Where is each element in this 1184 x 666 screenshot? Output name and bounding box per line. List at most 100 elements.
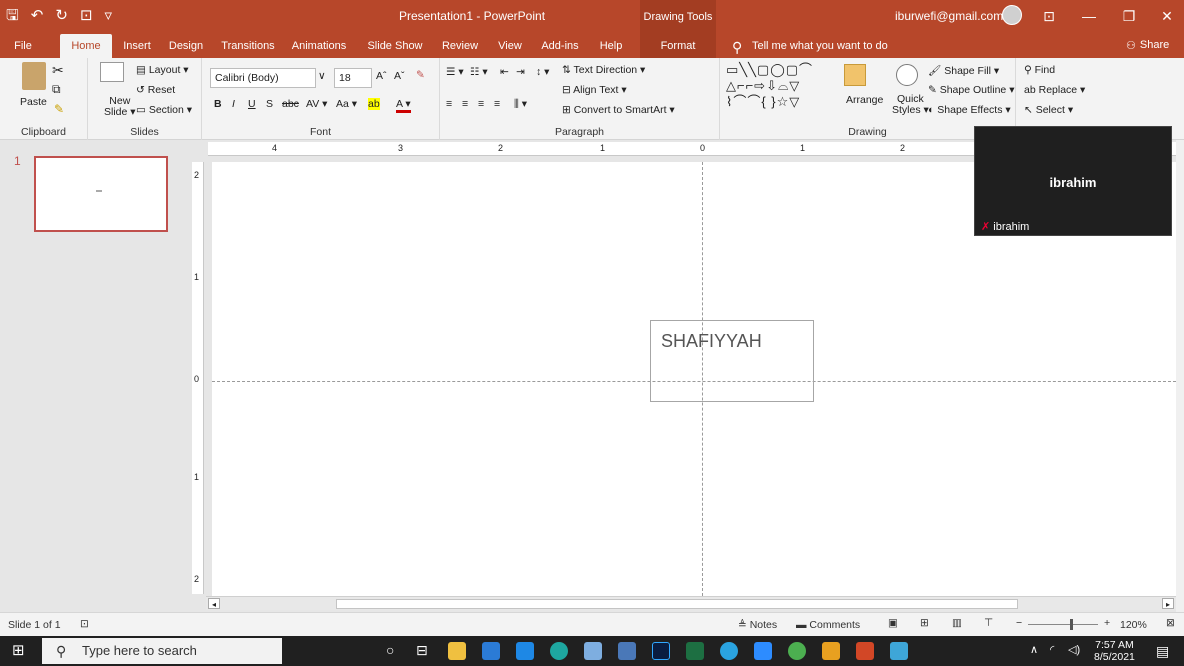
arrange-icon[interactable] [844,64,866,86]
quick-styles-icon[interactable] [896,64,918,86]
align-left-icon[interactable]: ≡ [446,98,452,110]
new-slide-button[interactable]: New Slide ▾ [104,96,136,118]
textbox-text[interactable]: SHAFIYYAH [661,331,762,352]
tab-slide-show[interactable]: Slide Show [364,34,426,58]
change-case-icon[interactable]: Aa ▾ [336,98,357,110]
scroll-right-icon[interactable]: ▸ [1162,598,1174,609]
bullets-icon[interactable]: ☰ ▾ [446,66,464,78]
tell-me-box[interactable]: Tell me what you want to do [752,40,888,52]
paste-label[interactable]: Paste [20,96,47,108]
avatar[interactable] [1002,5,1022,25]
notepad-icon[interactable] [584,642,602,660]
copy-icon[interactable]: ⧉ [52,82,61,97]
grow-font-icon[interactable]: Aˆ [376,70,387,82]
tab-format[interactable]: Format [640,34,716,58]
quick-styles-button[interactable]: Quick Styles ▾ [892,94,929,116]
slideshow-view-icon[interactable]: ⊤ [984,617,993,629]
slide-thumbnail[interactable] [34,156,168,232]
taskbar-search[interactable]: ⚲ Type here to search [42,638,282,664]
scroll-left-icon[interactable]: ◂ [208,598,220,609]
system-clock[interactable]: 7:57 AM 8/5/2021 [1094,639,1135,663]
zoom-level[interactable]: 120% [1120,619,1147,631]
line-spacing-icon[interactable]: ↕ ▾ [536,66,549,78]
clear-format-icon[interactable]: ✎ [416,69,425,81]
new-slide-icon[interactable] [100,62,124,82]
char-spacing-icon[interactable]: AV ▾ [306,98,327,110]
minimize-icon[interactable]: — [1074,4,1104,28]
justify-icon[interactable]: ≡ [494,98,500,110]
cut-icon[interactable]: ✂ [52,62,64,79]
increase-indent-icon[interactable]: ⇥ [516,66,525,78]
account-name[interactable]: iburwefi@gmail.com [895,9,1003,23]
font-color-icon[interactable]: A ▾ [396,98,411,113]
shape-fill-button[interactable]: 🖌 Shape Fill ▾ [928,64,999,77]
shape-outline-button[interactable]: ✎ Shape Outline ▾ [928,84,1014,96]
decrease-indent-icon[interactable]: ⇤ [500,66,509,78]
zoom-slider-thumb[interactable] [1070,619,1073,630]
powerpoint-icon[interactable] [856,642,874,660]
align-right-icon[interactable]: ≡ [478,98,484,110]
shadow-icon[interactable]: S [266,98,273,110]
tab-home[interactable]: Home [60,34,112,58]
notifications-icon[interactable]: ▤ [1156,643,1169,659]
notes-button[interactable]: ≜ Notes [738,619,777,631]
vertical-scrollbar[interactable] [1176,140,1184,612]
text-direction-button[interactable]: ⇅ Text Direction ▾ [562,64,645,76]
telegram-icon[interactable] [720,642,738,660]
mail-icon[interactable] [516,642,534,660]
underline-icon[interactable]: U [248,98,256,110]
layout-button[interactable]: ▤ Layout ▾ [136,64,189,76]
select-button[interactable]: ↖ Select ▾ [1024,104,1073,116]
italic-icon[interactable]: I [232,98,235,110]
tab-add-ins[interactable]: Add-ins [538,34,582,58]
horizontal-scrollbar[interactable]: ◂ ▸ [206,596,1176,610]
excel-icon[interactable] [686,642,704,660]
store-icon[interactable] [482,642,500,660]
find-button[interactable]: ⚲ Find [1024,64,1055,76]
tab-design[interactable]: Design [166,34,206,58]
normal-view-icon[interactable]: ▣ [888,617,898,629]
scroll-thumb[interactable] [336,599,1018,609]
chrome-icon[interactable] [788,642,806,660]
file-explorer-icon[interactable] [448,642,466,660]
download-icon[interactable] [890,642,908,660]
comments-button[interactable]: ▬ Comments [796,619,860,631]
windows-start-icon[interactable]: ⊞ [12,643,25,659]
slide-sorter-icon[interactable]: ⊞ [920,617,929,629]
tab-view[interactable]: View [494,34,526,58]
fit-slide-icon[interactable]: ⊠ [1166,617,1175,629]
tab-transitions[interactable]: Transitions [218,34,278,58]
start-slideshow-icon[interactable]: ⊡ [80,6,93,26]
restore-icon[interactable]: ❐ [1114,4,1144,28]
save-icon[interactable]: 🖫 [6,6,19,26]
tab-insert[interactable]: Insert [118,34,156,58]
task-view-icon[interactable]: ⊟ [416,642,428,658]
font-size-select[interactable]: 18 [334,68,372,88]
photoshop-icon[interactable] [652,642,670,660]
winrar-icon[interactable] [822,642,840,660]
columns-icon[interactable]: ⫼ ▾ [514,98,527,111]
ribbon-display-icon[interactable]: ⊡ [1034,4,1064,28]
share-button[interactable]: ⚇ Share [1126,39,1169,52]
format-painter-icon[interactable]: ✎ [54,102,64,116]
strikethrough-icon[interactable]: abc [282,98,299,110]
app-icon[interactable] [618,642,636,660]
section-button[interactable]: ▭ Section ▾ [136,104,192,116]
shape-effects-button[interactable]: ◐ Shape Effects ▾ [928,104,1011,116]
redo-icon[interactable]: ↻ [55,6,68,26]
numbering-icon[interactable]: ☷ ▾ [470,66,488,78]
align-text-button[interactable]: ⊟ Align Text ▾ [562,84,627,96]
network-icon[interactable]: ◜ [1050,643,1054,656]
close-icon[interactable]: ✕ [1152,4,1182,28]
shapes-gallery[interactable]: ▭╲╲▢◯▢⌒ △⌐⌐⇨⇩⌓▽ ⌇⌒⌒{ }☆▽ [726,62,813,110]
cortana-icon[interactable]: ○ [386,642,394,658]
shrink-font-icon[interactable]: Aˇ [394,70,405,82]
accessibility-icon[interactable]: ⊡ [80,618,89,630]
replace-button[interactable]: ab Replace ▾ [1024,84,1085,96]
zoom-in-icon[interactable]: + [1104,617,1110,629]
undo-icon[interactable]: ↶ [31,6,44,26]
highlight-icon[interactable]: ab [368,98,380,110]
font-name-dropdown-icon[interactable]: ∨ [318,70,326,82]
slide-textbox[interactable]: SHAFIYYAH [650,320,814,402]
zoom-out-icon[interactable]: − [1016,617,1022,629]
